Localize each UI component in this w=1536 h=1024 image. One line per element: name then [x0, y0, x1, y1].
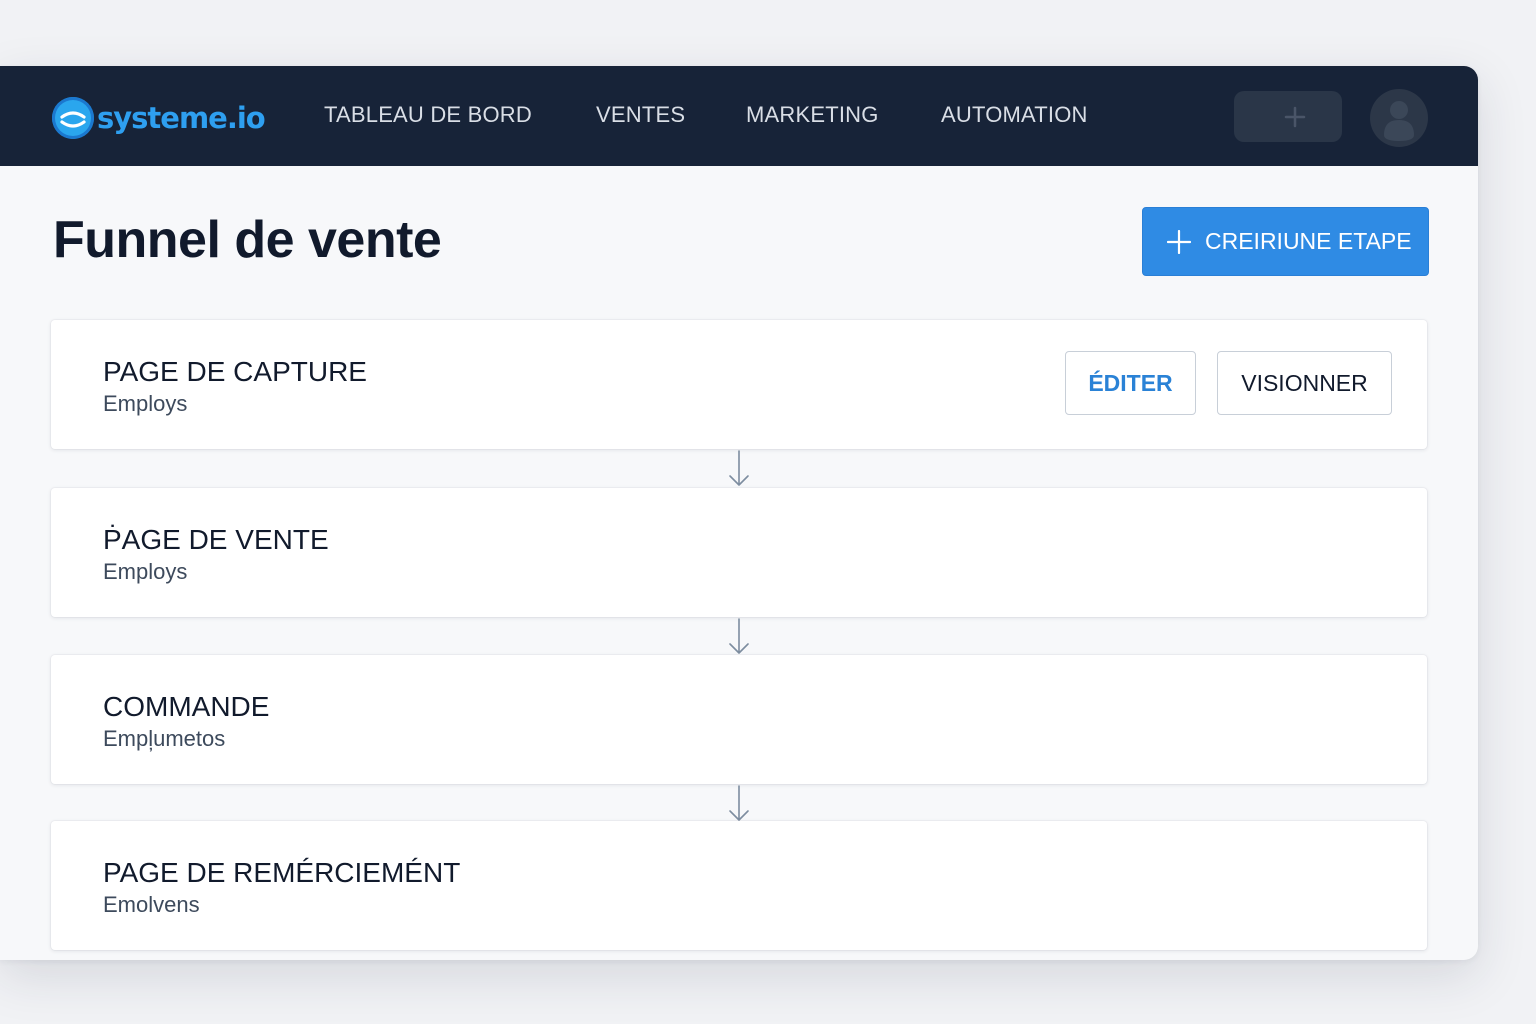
create-step-button[interactable]: CREIRIUNE ETAPE — [1142, 207, 1429, 276]
brand-name: systeme.io — [97, 101, 266, 135]
nav-item-tableau-de-bord[interactable]: TABLEAU DE BORD — [324, 102, 532, 128]
step-subtitle: Emolvens — [103, 892, 200, 917]
step-subtitle: Empl̦umetos — [103, 726, 226, 751]
arrow-down-icon — [729, 785, 749, 821]
step-title: PAGE DE CAPTURE — [103, 356, 367, 387]
app-window: systeme.io TABLEAU DE BORD VENTES MARKET… — [0, 66, 1478, 960]
page-title: Funnel de vente — [53, 211, 442, 269]
arrow-down-icon — [729, 618, 749, 654]
step-subtitle: Employs — [103, 559, 188, 584]
funnel-step-card[interactable]: PAGE DE CAPTURE Employs ÉDITER VISIONNER — [51, 320, 1427, 449]
top-navigation-bar: systeme.io TABLEAU DE BORD VENTES MARKET… — [0, 66, 1478, 166]
topbar-add-button[interactable] — [1234, 91, 1342, 142]
step-title: ṖAGE DE VENTE — [103, 524, 329, 555]
brand-logo[interactable]: systeme.io — [52, 95, 266, 141]
nav-item-ventes[interactable]: VENTES — [596, 102, 685, 128]
brand-logo-icon — [52, 97, 94, 139]
edit-step-button[interactable]: ÉDITER — [1065, 351, 1196, 415]
step-subtitle: Employs — [103, 391, 188, 416]
funnel-step-card[interactable]: ṖAGE DE VENTE Employs — [51, 488, 1427, 617]
arrow-down-icon — [729, 450, 749, 486]
nav-item-automation[interactable]: AUTOMATION — [941, 102, 1088, 128]
step-title: PAGE DE REMÉRCIEMÉNT — [103, 857, 461, 888]
plus-icon — [1167, 229, 1191, 254]
nav-item-marketing[interactable]: MARKETING — [746, 102, 879, 128]
user-avatar-icon — [1384, 101, 1414, 141]
funnel-step-card[interactable]: COMMANDE Empl̦umetos — [51, 655, 1427, 784]
step-title: COMMANDE — [103, 691, 270, 722]
user-avatar[interactable] — [1370, 89, 1428, 147]
plus-icon — [1284, 106, 1306, 128]
create-step-label: CREIRIUNE ETAPE — [1205, 228, 1412, 254]
funnel-step-card[interactable]: PAGE DE REMÉRCIEMÉNT Emolvens — [51, 821, 1427, 950]
view-step-button[interactable]: VISIONNER — [1217, 351, 1392, 415]
